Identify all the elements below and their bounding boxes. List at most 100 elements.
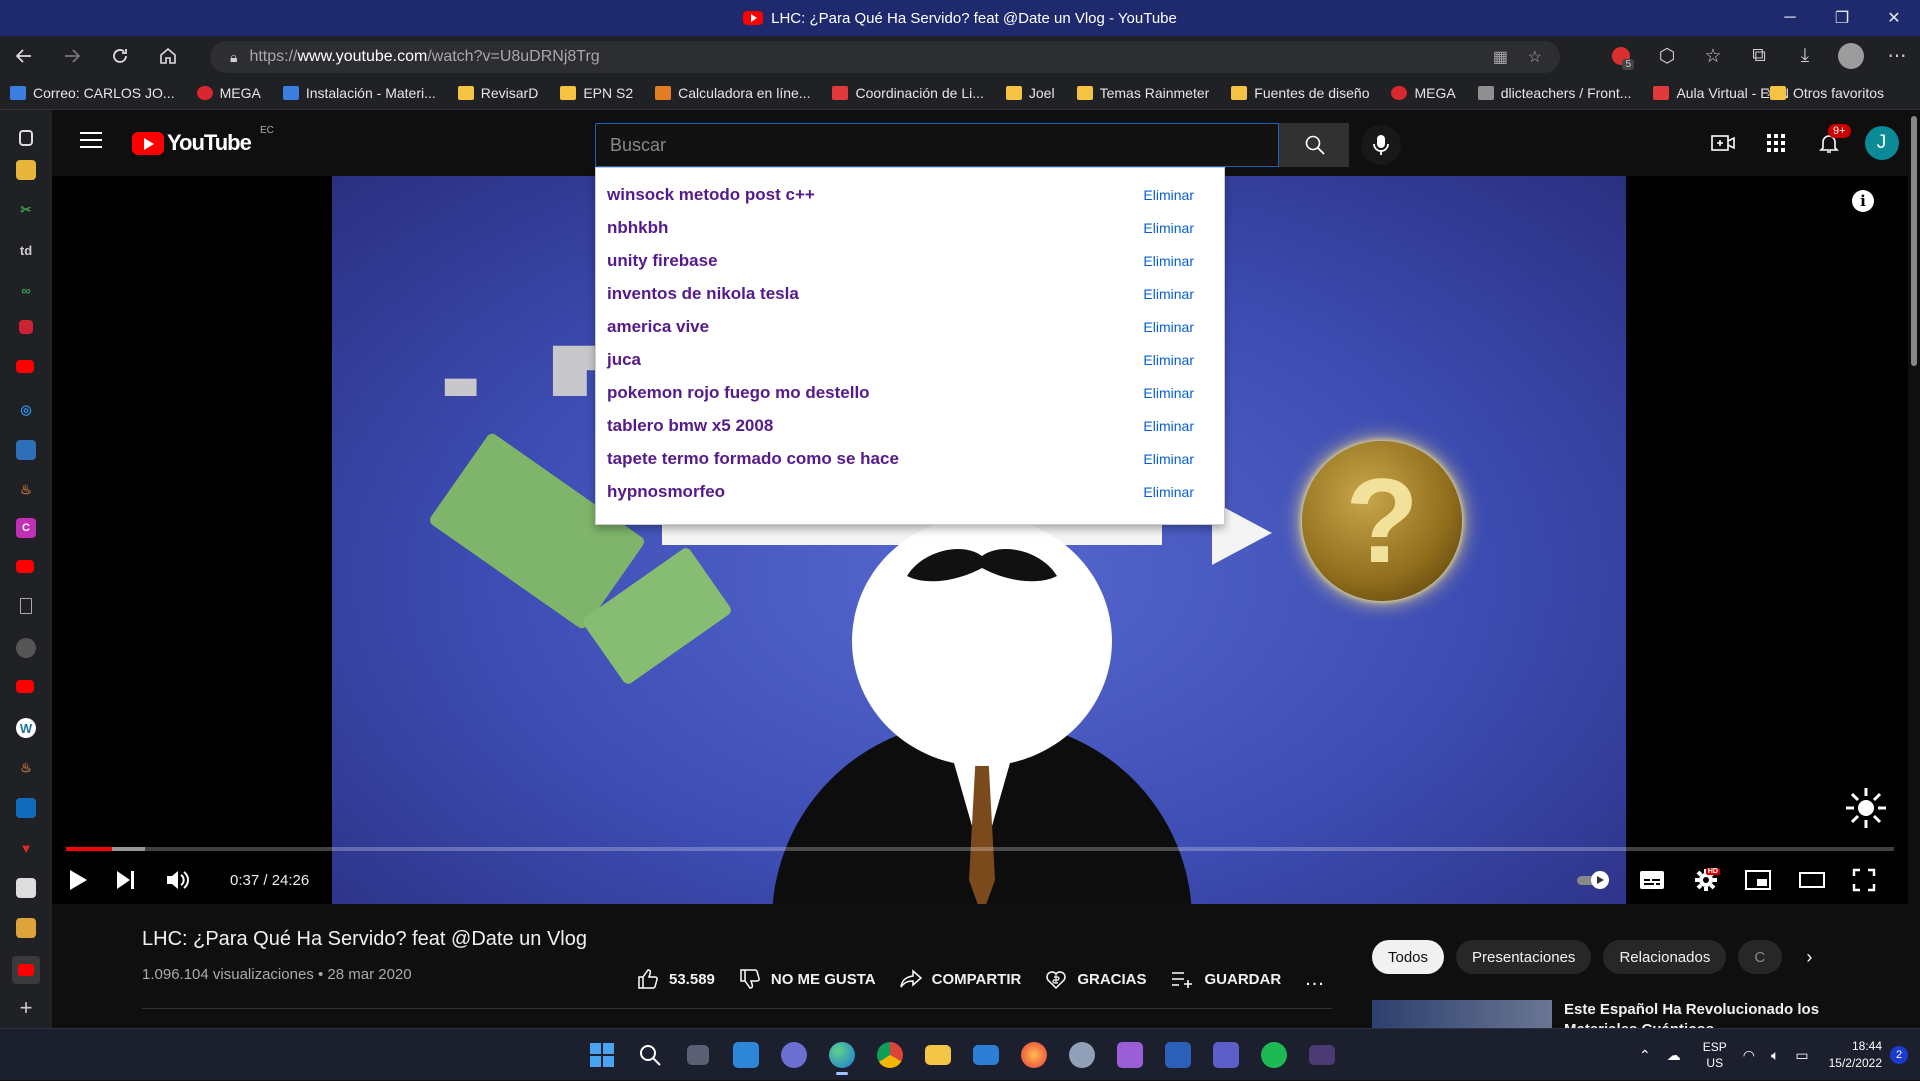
home-button[interactable] — [144, 36, 192, 76]
extension-button[interactable]: 5 — [1598, 36, 1644, 76]
share-button[interactable]: COMPARTIR — [899, 969, 1021, 989]
youtube-icon[interactable] — [16, 360, 34, 373]
chip-partial[interactable]: C — [1738, 940, 1783, 974]
save-button[interactable]: GUARDAR — [1171, 970, 1281, 988]
autoplay-toggle[interactable] — [1576, 870, 1612, 890]
apps-button[interactable] — [1749, 122, 1802, 164]
address-bar[interactable]: 🔒︎ https://www.youtube.com/watch?v=U8uDR… — [210, 41, 1560, 73]
remove-suggestion-link[interactable]: Eliminar — [1143, 484, 1194, 500]
minimize-button[interactable]: ─ — [1764, 0, 1816, 36]
battery-icon[interactable]: ▭ — [1795, 1047, 1808, 1064]
chip-presentaciones[interactable]: Presentaciones — [1456, 940, 1592, 974]
miniplayer-button[interactable] — [1740, 864, 1776, 896]
sidebar-app-icon[interactable]: ◎ — [16, 400, 36, 420]
document-icon[interactable] — [20, 598, 32, 614]
channel-watermark-icon[interactable] — [1844, 786, 1888, 830]
tray-overflow-chevron-icon[interactable]: ⌃ — [1639, 1047, 1651, 1064]
tab-actions-icon[interactable] — [19, 130, 33, 146]
favorite-item[interactable]: Joel — [1005, 85, 1055, 101]
downloads-button[interactable]: ⤓ — [1782, 36, 1828, 76]
sidebar-app-icon[interactable] — [16, 160, 36, 180]
widgets-button[interactable] — [722, 1037, 770, 1073]
terminal-button[interactable] — [1298, 1037, 1346, 1073]
suggestion-item[interactable]: tablero bmw x5 2008 Eliminar — [596, 409, 1224, 442]
chip-todos[interactable]: Todos — [1372, 940, 1445, 974]
remove-suggestion-link[interactable]: Eliminar — [1143, 418, 1194, 434]
dislike-button[interactable]: NO ME GUSTA — [739, 968, 876, 990]
notifications-button[interactable]: 9+ — [1802, 122, 1855, 164]
favorite-item[interactable]: Fuentes de diseño — [1231, 85, 1369, 101]
sidebar-app-icon[interactable] — [16, 440, 36, 460]
extensions-puzzle-button[interactable]: ⬡ — [1644, 36, 1690, 76]
favorite-item[interactable]: EPN S2 — [560, 85, 633, 101]
scrollbar-thumb[interactable] — [1911, 116, 1917, 366]
clock[interactable]: 18:44 15/2/2022 — [1829, 1038, 1882, 1072]
suggestion-item[interactable]: hypnosmorfeo Eliminar — [596, 475, 1224, 508]
remove-suggestion-link[interactable]: Eliminar — [1143, 319, 1194, 335]
start-button[interactable] — [578, 1037, 626, 1073]
create-button[interactable] — [1696, 122, 1749, 164]
spotify-button[interactable] — [1250, 1037, 1298, 1073]
favorite-item[interactable]: Temas Rainmeter — [1076, 85, 1209, 101]
taskbar-search-button[interactable] — [626, 1037, 674, 1073]
suggestion-item[interactable]: inventos de nikola tesla Eliminar — [596, 277, 1224, 310]
like-button[interactable]: 53.589 — [637, 968, 715, 990]
add-favorite-icon[interactable]: ☆ — [1528, 47, 1542, 67]
sidebar-app-icon[interactable]: ∞ — [16, 280, 36, 300]
sidebar-td-icon[interactable]: td — [16, 240, 36, 260]
notification-center-badge[interactable]: 2 — [1890, 1046, 1908, 1064]
favorite-item[interactable]: Correo: CARLOS JO... — [10, 85, 175, 101]
voice-search-button[interactable] — [1361, 125, 1401, 165]
favorite-item[interactable]: dlicteachers / Front... — [1477, 85, 1631, 101]
close-button[interactable]: ✕ — [1868, 0, 1920, 36]
remove-suggestion-link[interactable]: Eliminar — [1143, 385, 1194, 401]
other-favorites[interactable]: Otros favoritos — [1769, 76, 1884, 110]
firefox-button[interactable] — [1010, 1037, 1058, 1073]
search-button[interactable] — [1279, 123, 1349, 167]
vivaldi-icon[interactable]: ▼ — [16, 838, 36, 858]
thanks-button[interactable]: GRACIAS — [1045, 968, 1147, 990]
play-button[interactable] — [60, 864, 96, 896]
teams-button[interactable] — [1202, 1037, 1250, 1073]
remove-suggestion-link[interactable]: Eliminar — [1143, 187, 1194, 203]
onedrive-cloud-icon[interactable]: ☁ — [1667, 1047, 1681, 1064]
outlook-icon[interactable] — [16, 798, 36, 818]
favorites-button[interactable]: ☆ — [1690, 36, 1736, 76]
task-view-button[interactable] — [674, 1037, 722, 1073]
app-available-icon[interactable]: ▦ — [1493, 47, 1508, 67]
sidebar-app-icon[interactable] — [19, 320, 33, 334]
wordpress-icon[interactable]: W — [16, 718, 36, 738]
suggestion-item[interactable]: america vive Eliminar — [596, 310, 1224, 343]
sidebar-app-icon[interactable]: ♨ — [16, 480, 36, 500]
speaker-icon[interactable]: 🔈︎ — [1771, 1047, 1779, 1064]
favorite-item[interactable]: MEGA — [1391, 85, 1456, 101]
suggestion-item[interactable]: winsock metodo post c++ Eliminar — [596, 178, 1224, 211]
chrome-taskbar-button[interactable] — [866, 1037, 914, 1073]
sidebar-app-icon[interactable]: ✂ — [16, 200, 36, 220]
suggestion-item[interactable]: unity firebase Eliminar — [596, 244, 1224, 277]
file-explorer-button[interactable] — [914, 1037, 962, 1073]
info-button[interactable]: i — [1852, 190, 1874, 212]
favorite-item[interactable]: Instalación - Materi... — [282, 85, 436, 101]
favorite-item[interactable]: Coordinación de Li... — [832, 85, 984, 101]
visual-studio-button[interactable] — [1106, 1037, 1154, 1073]
chevron-right-icon[interactable]: › — [1806, 947, 1812, 968]
profile-button[interactable] — [1828, 36, 1874, 76]
suggestion-item[interactable]: nbhkbh Eliminar — [596, 211, 1224, 244]
back-button[interactable] — [0, 36, 48, 76]
remove-suggestion-link[interactable]: Eliminar — [1143, 220, 1194, 236]
teams-chat-button[interactable] — [770, 1037, 818, 1073]
youtube-icon[interactable] — [16, 680, 34, 693]
settings-more-button[interactable]: ⋯ — [1874, 36, 1920, 76]
sidebar-app-icon[interactable] — [16, 918, 36, 938]
refresh-button[interactable] — [96, 36, 144, 76]
page-scrollbar[interactable] — [1908, 110, 1920, 1028]
favorite-item[interactable]: RevisarD — [457, 85, 538, 101]
word-button[interactable] — [1154, 1037, 1202, 1073]
next-button[interactable] — [108, 864, 144, 896]
youtube-logo[interactable]: YouTube EC — [132, 125, 274, 156]
more-actions-button[interactable]: ... — [1305, 968, 1325, 991]
settings-button[interactable]: HD — [1688, 864, 1724, 896]
sidebar-app-icon[interactable] — [16, 878, 36, 898]
remove-suggestion-link[interactable]: Eliminar — [1143, 352, 1194, 368]
